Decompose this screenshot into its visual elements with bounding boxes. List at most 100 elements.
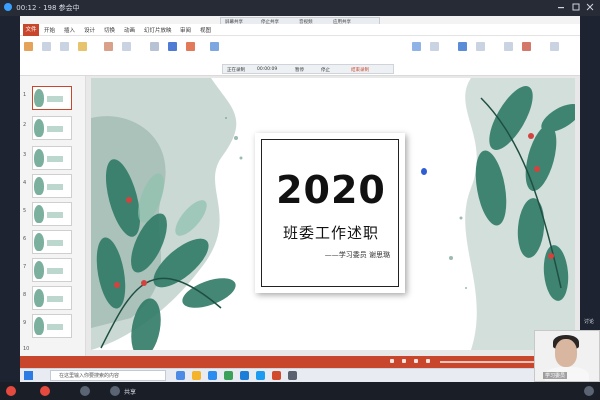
taskbar: 在这里输入你要搜索的内容 14:14 2020/7/22 (20, 368, 580, 382)
share-label[interactable]: 共享 (124, 387, 136, 396)
pointer-cursor (421, 168, 427, 175)
title-card: 2020 班委工作述职 ——学习委员 谢思璐 (255, 133, 405, 293)
meeting-window: 00:12 · 198 参会中 屏幕共享 停止共享 音视频 应用共享 文件 开始… (0, 0, 600, 400)
share-icon[interactable] (110, 386, 120, 396)
layout-icon[interactable] (122, 42, 131, 51)
slideshow-view-icon[interactable] (426, 359, 430, 363)
start-icon[interactable] (24, 371, 33, 380)
meeting-title-text: 00:12 · 198 参会中 (16, 4, 80, 12)
meeting-app-icon[interactable] (256, 371, 265, 380)
thumb-text (47, 126, 63, 132)
slide-number: 5 (23, 208, 27, 214)
font-color-icon[interactable] (186, 42, 195, 51)
side-panel-toggle[interactable]: 讨论 (584, 318, 598, 328)
slide-thumb-6[interactable] (32, 230, 72, 254)
slide-number: 6 (23, 236, 27, 242)
slide-thumb-1[interactable] (32, 86, 72, 110)
new-slide-icon[interactable] (104, 42, 113, 51)
tab-insert[interactable]: 插入 (64, 26, 75, 34)
taskbar-search-placeholder: 在这里输入你要搜索的内容 (59, 373, 120, 379)
format-painter-icon[interactable] (78, 42, 87, 51)
camera-icon[interactable] (40, 386, 50, 396)
meeting-title: 00:12 · 198 参会中 (4, 3, 80, 13)
align-icon[interactable] (210, 42, 219, 51)
tab-design[interactable]: 设计 (84, 26, 95, 34)
thumb-text (47, 212, 63, 218)
taskbar-search-input[interactable]: 在这里输入你要搜索的内容 (50, 370, 166, 381)
screen-record-icon[interactable] (550, 42, 559, 51)
thumb-leaf (34, 89, 44, 107)
normal-view-icon[interactable] (390, 359, 394, 363)
ribbon-tabs: 文件 开始 插入 设计 切换 动画 幻灯片放映 审阅 视图 (20, 24, 580, 36)
powerpoint-icon[interactable] (272, 371, 281, 380)
slide-number: 10 (23, 346, 30, 352)
webcam-name-label: 学习委员 (543, 372, 568, 379)
slide-thumb-2[interactable] (32, 116, 72, 140)
more-icon[interactable] (584, 386, 594, 396)
thumb-leaf (34, 149, 44, 167)
slide-headline: 班委工作述职 (282, 224, 379, 242)
slide-number: 1 (23, 92, 27, 98)
copy-icon[interactable] (60, 42, 69, 51)
app-icon-blue[interactable] (240, 371, 249, 380)
browser-icon[interactable] (208, 371, 217, 380)
thumb-text (47, 324, 63, 330)
symbol-icon[interactable] (476, 42, 485, 51)
window-controls[interactable] (556, 3, 596, 13)
thumb-text (47, 296, 63, 302)
slide-presenter: ——学习委员 谢思璐 (324, 251, 390, 259)
font-icon[interactable] (150, 42, 159, 51)
zoom-slider[interactable] (440, 361, 540, 363)
video-icon[interactable] (522, 42, 531, 51)
thumb-leaf (34, 177, 44, 195)
tab-transitions[interactable]: 切换 (104, 26, 115, 34)
thumb-leaf (34, 233, 44, 251)
ribbon: 正在录制 00:00:09 暂停 停止 结束录制 (20, 36, 580, 76)
tab-home[interactable]: 开始 (44, 26, 55, 34)
slide-thumb-5[interactable] (32, 202, 72, 226)
mic-icon[interactable] (6, 386, 16, 396)
slide-thumb-9[interactable] (32, 314, 72, 338)
file-explorer-icon[interactable] (192, 371, 201, 380)
cut-icon[interactable] (42, 42, 51, 51)
speaker-icon[interactable] (80, 386, 90, 396)
pause-recording-button[interactable]: 暂停 (295, 67, 304, 73)
slide-number: 8 (23, 292, 27, 298)
thumb-text (47, 156, 63, 162)
replace-icon[interactable] (430, 42, 439, 51)
end-recording-button[interactable]: 结束录制 (351, 67, 369, 73)
equation-icon[interactable] (458, 42, 467, 51)
slide-thumb-4[interactable] (32, 174, 72, 198)
ppt-status-bar (20, 356, 580, 368)
tab-review[interactable]: 审阅 (180, 26, 191, 34)
webcam-preview[interactable]: 学习委员 (534, 330, 600, 382)
tab-view[interactable]: 视图 (200, 26, 211, 34)
task-view-icon[interactable] (176, 371, 185, 380)
audio-icon[interactable] (504, 42, 513, 51)
bold-icon[interactable] (168, 42, 177, 51)
thumb-leaf (34, 119, 44, 137)
title-card-border: 2020 班委工作述职 ——学习委员 谢思璐 (261, 139, 399, 287)
current-slide[interactable]: 2020 班委工作述职 ——学习委员 谢思璐 (91, 78, 575, 350)
tab-slideshow[interactable]: 幻灯片放映 (144, 26, 172, 34)
thumb-leaf (34, 289, 44, 307)
paste-icon[interactable] (24, 42, 33, 51)
slide-thumb-7[interactable] (32, 258, 72, 282)
slide-thumbnail-panel: 1 2 3 4 5 6 7 8 9 10 (20, 76, 86, 356)
find-icon[interactable] (412, 42, 421, 51)
sorter-view-icon[interactable] (402, 359, 406, 363)
slide-thumb-3[interactable] (32, 146, 72, 170)
stop-recording-button[interactable]: 停止 (321, 67, 330, 73)
meeting-status-icon (4, 3, 12, 11)
tab-animations[interactable]: 动画 (124, 26, 135, 34)
app-icon-green[interactable] (224, 371, 233, 380)
slide-number: 3 (23, 152, 27, 158)
tab-file[interactable]: 文件 (23, 24, 39, 36)
recording-bar: 正在录制 00:00:09 暂停 停止 结束录制 (222, 64, 394, 74)
slide-number: 7 (23, 264, 27, 270)
reading-view-icon[interactable] (414, 359, 418, 363)
thumb-leaf (34, 261, 44, 279)
slide-thumb-8[interactable] (32, 286, 72, 310)
slide-number: 9 (23, 320, 27, 326)
app-icon-gray[interactable] (288, 371, 297, 380)
